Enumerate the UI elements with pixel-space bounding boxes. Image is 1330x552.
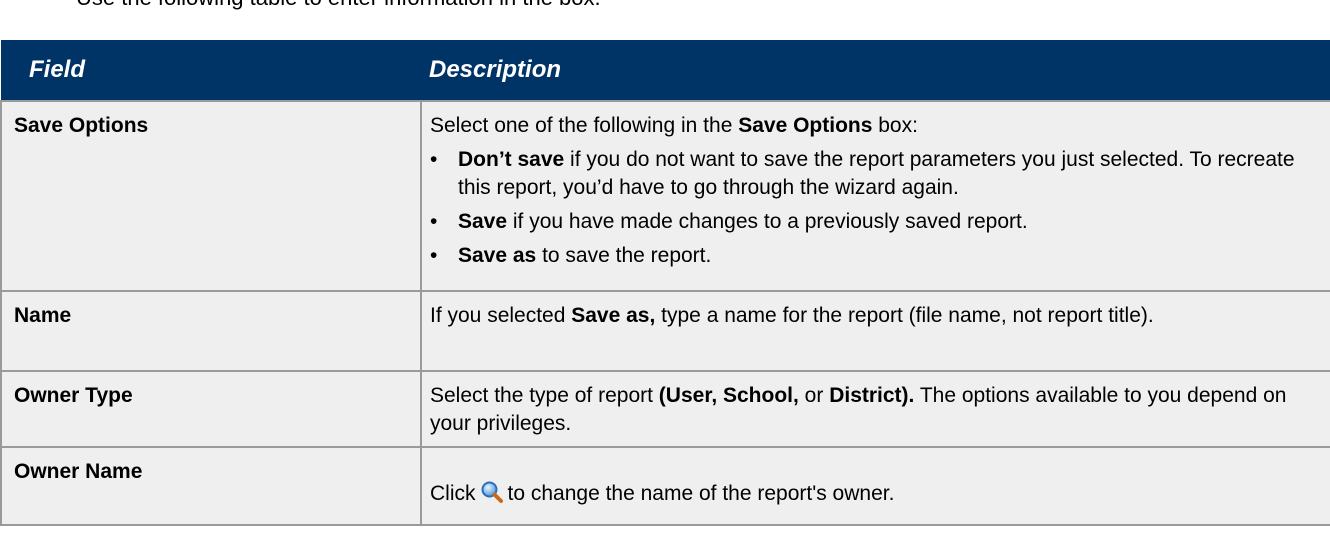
- field-cell: Owner Type: [0, 370, 422, 448]
- bold-fragment: Save Options: [738, 114, 873, 137]
- field-description-table: Field Description Save Options Select on…: [0, 40, 1330, 526]
- text-fragment: to change the name of the report's owner…: [507, 482, 895, 505]
- option-save: Save: [458, 210, 508, 233]
- text-fragment: box:: [872, 114, 918, 137]
- table-header-row: Field Description: [1, 40, 1330, 101]
- bold-fragment: (User, School,: [658, 384, 799, 407]
- field-name-name: Name: [14, 304, 72, 327]
- description-cell: Select one of the following in the Save …: [420, 100, 1330, 292]
- owner-name-description: Click to change the name of the report's …: [430, 480, 1320, 512]
- list-item: • Save if you have made changes to a prev…: [430, 208, 1320, 236]
- intro-text: Use the following table to enter informa…: [76, 0, 601, 11]
- text-fragment: Select one of the following in the: [430, 114, 739, 137]
- save-options-list: • Don’t save if you do not want to save t…: [430, 146, 1320, 270]
- bullet: •: [430, 148, 438, 171]
- option-text: if you do not want to save the report pa…: [458, 148, 1295, 199]
- text-fragment: Select the type of report: [430, 384, 659, 407]
- option-text: if you have made changes to a previously…: [507, 210, 1028, 233]
- text-fragment: If you selected: [430, 304, 572, 327]
- table-row: Save Options Select one of the following…: [0, 100, 1330, 292]
- list-item: • Don’t save if you do not want to save t…: [430, 146, 1320, 202]
- list-item: • Save as to save the report.: [430, 242, 1320, 270]
- text-fragment: type a name for the report (file name, n…: [655, 304, 1154, 327]
- field-cell: Save Options: [0, 100, 422, 292]
- text-fragment: or: [798, 384, 830, 407]
- header-description: Description: [421, 40, 1330, 101]
- bold-fragment: District).: [829, 384, 915, 407]
- header-field: Field: [1, 40, 421, 101]
- bold-fragment: Save as,: [571, 304, 656, 327]
- bullet: •: [430, 244, 438, 267]
- option-dont-save: Don’t save: [458, 148, 565, 171]
- field-cell: Name: [0, 290, 422, 372]
- description-cell: Select the type of report (User, School,…: [420, 370, 1330, 448]
- table-row: Owner Type Select the type of report (Us…: [0, 370, 1330, 448]
- text-fragment: Click: [430, 482, 476, 505]
- table-row: Name If you selected Save as, type a nam…: [0, 290, 1330, 372]
- option-save-as: Save as: [458, 244, 537, 267]
- field-name-owner-type: Owner Type: [14, 384, 133, 407]
- bullet: •: [430, 210, 438, 233]
- description-cell: Click to change the name of the report's …: [420, 446, 1330, 526]
- description-cell: If you selected Save as, type a name for…: [420, 290, 1330, 372]
- field-cell: Owner Name: [0, 446, 422, 526]
- save-options-intro: Select one of the following in the Save …: [430, 112, 1320, 140]
- magnifier-icon: [480, 480, 504, 512]
- table-row: Owner Name Click to change the name of th…: [0, 446, 1330, 526]
- field-name-save-options: Save Options: [14, 114, 149, 137]
- field-name-owner-name: Owner Name: [14, 460, 143, 483]
- option-text: to save the report.: [536, 244, 712, 267]
